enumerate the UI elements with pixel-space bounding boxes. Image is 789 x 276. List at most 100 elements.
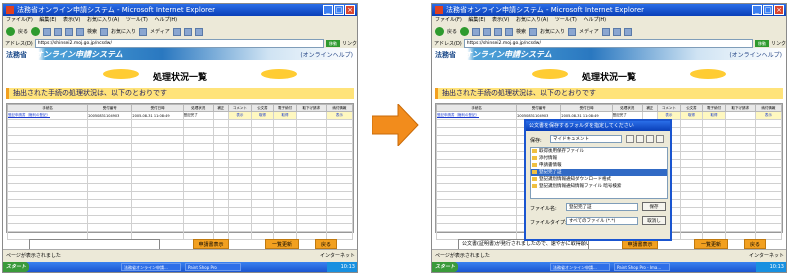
column-header: コメント: [228, 104, 252, 112]
address-input[interactable]: https://shinsei2.moj.go.jp/ncsdw/: [34, 38, 324, 48]
media-icon[interactable]: [568, 27, 577, 36]
window-titlebar[interactable]: 法務省オンライン申請システム - Microsoft Internet Expl…: [3, 4, 357, 16]
minimize-icon[interactable]: _: [752, 5, 762, 15]
new-folder-icon[interactable]: [636, 135, 644, 143]
taskbar-item-paintshop[interactable]: Paint Shop Pro: [185, 263, 241, 271]
minimize-icon[interactable]: _: [323, 5, 333, 15]
up-folder-icon[interactable]: [626, 135, 634, 143]
print-icon[interactable]: [194, 27, 203, 36]
back-label[interactable]: 戻る: [447, 28, 457, 35]
search-label[interactable]: 検索: [87, 28, 97, 35]
menu-tools[interactable]: ツール(T): [126, 17, 148, 23]
search-label[interactable]: 検索: [516, 28, 526, 35]
save-button[interactable]: 保存: [642, 202, 666, 211]
back-label[interactable]: 戻る: [18, 28, 28, 35]
table-cell[interactable]: 取得: [273, 111, 297, 120]
go-button[interactable]: 移動: [325, 39, 340, 47]
folder-list-item[interactable]: 申請書情報: [531, 162, 667, 169]
folder-list-item[interactable]: 登記識別情報通知ダウンロード格式: [531, 176, 667, 183]
taskbar-item-browser[interactable]: 法務省オンライン申請...: [550, 263, 610, 271]
start-button[interactable]: スタート: [3, 262, 29, 272]
table-cell[interactable]: 取得: [679, 111, 704, 120]
refresh-icon[interactable]: [54, 27, 63, 36]
mail-icon[interactable]: [612, 27, 621, 36]
view-menu-icon[interactable]: [646, 135, 654, 143]
favorites-label[interactable]: お気に入り: [540, 28, 565, 35]
table-cell[interactable]: 表示: [754, 111, 783, 120]
media-label[interactable]: メディア: [150, 28, 170, 35]
print-icon[interactable]: [623, 27, 632, 36]
forward-arrow-icon[interactable]: [31, 27, 41, 36]
details-icon[interactable]: [656, 135, 664, 143]
menu-edit[interactable]: 編集(E): [468, 17, 485, 23]
favorites-label[interactable]: お気に入り: [111, 28, 136, 35]
table-cell: [228, 167, 252, 176]
table-cell[interactable]: 表示: [228, 111, 252, 120]
cancel-button[interactable]: 取消し: [642, 216, 666, 225]
back-button[interactable]: 戻る: [315, 239, 337, 249]
home-icon[interactable]: [65, 27, 74, 36]
table-cell[interactable]: 登記申請書（権利の登記）: [6, 111, 89, 120]
menu-edit[interactable]: 編集(E): [39, 17, 56, 23]
table-cell[interactable]: 取得: [250, 111, 275, 120]
menu-file[interactable]: ファイル(F): [6, 17, 33, 23]
stop-icon[interactable]: [472, 27, 481, 36]
online-help-link[interactable]: (オンラインヘルプ): [300, 50, 353, 59]
folder-list-item[interactable]: 取得後用保存ファイル: [531, 148, 667, 155]
window-titlebar[interactable]: 法務省オンライン申請システム - Microsoft Internet Expl…: [432, 4, 786, 16]
home-icon[interactable]: [494, 27, 503, 36]
favorites-star-icon[interactable]: [100, 27, 109, 36]
back-arrow-icon[interactable]: [435, 27, 444, 36]
close-icon[interactable]: ×: [774, 5, 784, 15]
refresh-icon[interactable]: [483, 27, 492, 36]
links-label[interactable]: リンク: [342, 40, 357, 47]
taskbar-item-browser[interactable]: 法務省オンライン申請...: [121, 263, 181, 271]
table-cell: [87, 199, 133, 208]
refresh-list-button[interactable]: 一覧更新: [694, 239, 728, 249]
back-button[interactable]: 戻る: [744, 239, 766, 249]
links-label[interactable]: リンク: [771, 40, 786, 47]
start-button[interactable]: スタート: [432, 262, 458, 272]
maximize-icon[interactable]: □: [763, 5, 773, 15]
menu-view[interactable]: 表示(V): [63, 17, 80, 23]
menu-help[interactable]: ヘルプ(H): [154, 17, 177, 23]
menu-file[interactable]: ファイル(F): [435, 17, 462, 23]
menu-tools[interactable]: ツール(T): [555, 17, 577, 23]
history-icon[interactable]: [601, 27, 610, 36]
refresh-list-button[interactable]: 一覧更新: [265, 239, 299, 249]
address-input[interactable]: https://shinsei2.moj.go.jp/ncsdw/: [463, 38, 753, 48]
table-cell[interactable]: 登記申請書（権利の登記）: [435, 111, 518, 120]
go-button[interactable]: 移動: [754, 39, 769, 47]
history-icon[interactable]: [172, 27, 181, 36]
back-arrow-icon[interactable]: [6, 27, 15, 36]
menu-favorites[interactable]: お気に入り(A): [516, 17, 548, 23]
media-icon[interactable]: [139, 27, 148, 36]
filename-input[interactable]: 登記完了証: [566, 203, 638, 211]
search-icon[interactable]: [505, 27, 514, 36]
table-cell[interactable]: 表示: [325, 111, 354, 120]
show-application-button[interactable]: 申請書表示: [193, 239, 229, 249]
dialog-title[interactable]: 公文書を保存するフォルダを指定してください: [526, 121, 670, 131]
folder-list-item[interactable]: 登記識別情報通知情報ファイル 暗号検索: [531, 183, 667, 190]
table-cell: [273, 215, 297, 224]
menu-view[interactable]: 表示(V): [492, 17, 509, 23]
lookin-select[interactable]: マイドキュメント: [550, 135, 622, 143]
filetype-select[interactable]: すべてのファイル (*.*): [566, 217, 638, 225]
maximize-icon[interactable]: □: [334, 5, 344, 15]
folder-list-item[interactable]: 添付情報: [531, 155, 667, 162]
table-cell: [679, 143, 704, 152]
menu-favorites[interactable]: お気に入り(A): [87, 17, 119, 23]
stop-icon[interactable]: [43, 27, 52, 36]
close-icon[interactable]: ×: [345, 5, 355, 15]
forward-arrow-icon[interactable]: [460, 27, 470, 36]
media-label[interactable]: メディア: [579, 28, 599, 35]
online-help-link[interactable]: (オンラインヘルプ): [729, 50, 782, 59]
search-icon[interactable]: [76, 27, 85, 36]
folder-list-item[interactable]: 登記完了証: [531, 169, 667, 176]
menu-help[interactable]: ヘルプ(H): [583, 17, 606, 23]
table-cell[interactable]: 取得: [702, 111, 726, 120]
favorites-star-icon[interactable]: [529, 27, 538, 36]
mail-icon[interactable]: [183, 27, 192, 36]
table-cell: [131, 215, 184, 224]
taskbar-item-paintshop[interactable]: Paint Shop Pro - Ima...: [614, 263, 670, 271]
